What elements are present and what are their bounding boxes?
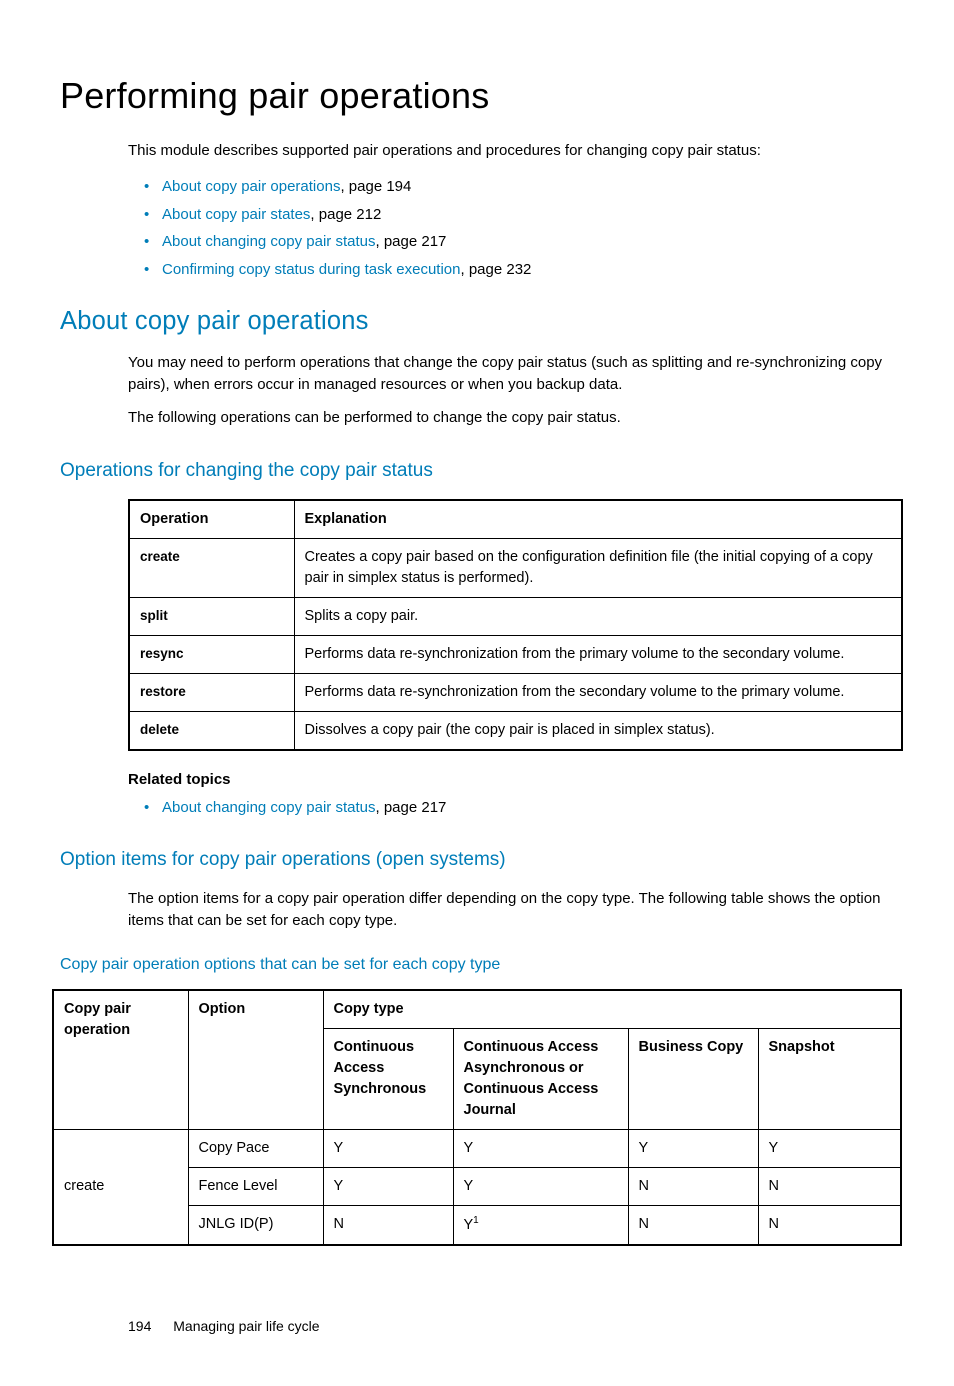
toc-suffix: , page 217 — [375, 233, 446, 250]
table-row: create Creates a copy pair based on the … — [129, 538, 902, 597]
toc-item: Confirming copy status during task execu… — [144, 259, 894, 281]
ops-th-explanation: Explanation — [294, 500, 902, 539]
table-row: resync Performs data re-synchronization … — [129, 635, 902, 673]
opts-th-bc: Business Copy — [628, 1028, 758, 1129]
section1-p1: You may need to perform operations that … — [128, 352, 894, 396]
opts-val-cell: Y — [323, 1167, 453, 1205]
opts-val-cell: Y — [758, 1129, 901, 1167]
exp-cell: Dissolves a copy pair (the copy pair is … — [294, 711, 902, 750]
page-number: 194 — [128, 1316, 151, 1336]
opts-th-option: Option — [188, 990, 323, 1130]
op-cell: delete — [129, 711, 294, 750]
toc-list: About copy pair operations, page 194 Abo… — [144, 176, 894, 281]
table-row: restore Performs data re-synchronization… — [129, 673, 902, 711]
exp-cell: Splits a copy pair. — [294, 597, 902, 635]
intro-text: This module describes supported pair ope… — [128, 140, 894, 162]
section-heading-ops-change: Operations for changing the copy pair st… — [60, 457, 894, 485]
opts-th-cas: Continuous Access Synchronous — [323, 1028, 453, 1129]
opts-option-cell: Copy Pace — [188, 1129, 323, 1167]
opts-val-cell: Y — [323, 1129, 453, 1167]
section-heading-about-ops: About copy pair operations — [60, 303, 894, 340]
opts-option-cell: Fence Level — [188, 1167, 323, 1205]
related-suffix: , page 217 — [375, 799, 446, 816]
opts-th-operation: Copy pair operation — [53, 990, 188, 1130]
section3-p1: The option items for a copy pair operati… — [128, 888, 894, 932]
opts-val-cell: Y1 — [453, 1205, 628, 1244]
toc-item: About changing copy pair status, page 21… — [144, 231, 894, 253]
opts-val-cell: Y — [453, 1129, 628, 1167]
toc-suffix: , page 194 — [340, 178, 411, 195]
op-cell: resync — [129, 635, 294, 673]
related-topics-heading: Related topics — [128, 769, 894, 791]
opts-val-cell: Y — [453, 1167, 628, 1205]
opts-val-cell: N — [758, 1205, 901, 1244]
opts-option-cell: JNLG ID(P) — [188, 1205, 323, 1244]
footnote-sup: 1 — [473, 1215, 479, 1226]
opts-th-copytype: Copy type — [323, 990, 901, 1029]
section-heading-option-items: Option items for copy pair operations (o… — [60, 846, 894, 874]
toc-link[interactable]: Confirming copy status during task execu… — [162, 261, 460, 278]
page-footer: 194 Managing pair life cycle — [128, 1316, 894, 1336]
op-cell: split — [129, 597, 294, 635]
exp-cell: Performs data re-synchronization from th… — [294, 673, 902, 711]
operations-table: Operation Explanation create Creates a c… — [128, 499, 903, 751]
table-row: split Splits a copy pair. — [129, 597, 902, 635]
opts-val-cell: N — [323, 1205, 453, 1244]
toc-link[interactable]: About changing copy pair status — [162, 233, 375, 250]
toc-link[interactable]: About copy pair operations — [162, 178, 340, 195]
table-row: delete Dissolves a copy pair (the copy p… — [129, 711, 902, 750]
options-table-caption: Copy pair operation options that can be … — [60, 953, 894, 976]
opts-op-cell: create — [53, 1129, 188, 1244]
op-cell: restore — [129, 673, 294, 711]
related-list: About changing copy pair status, page 21… — [144, 797, 894, 819]
section1-p2: The following operations can be performe… — [128, 407, 894, 429]
opts-th-snap: Snapshot — [758, 1028, 901, 1129]
toc-suffix: , page 212 — [310, 206, 381, 223]
exp-cell: Creates a copy pair based on the configu… — [294, 538, 902, 597]
toc-link[interactable]: About copy pair states — [162, 206, 310, 223]
toc-item: About copy pair states, page 212 — [144, 204, 894, 226]
related-item: About changing copy pair status, page 21… — [144, 797, 894, 819]
toc-item: About copy pair operations, page 194 — [144, 176, 894, 198]
chapter-name: Managing pair life cycle — [173, 1318, 319, 1334]
toc-suffix: , page 232 — [460, 261, 531, 278]
opts-val-cell: Y — [628, 1129, 758, 1167]
options-table: Copy pair operation Option Copy type Con… — [52, 989, 902, 1246]
table-row: create Copy Pace Y Y Y Y — [53, 1129, 901, 1167]
opts-val-cell: N — [628, 1167, 758, 1205]
opts-th-caaj: Continuous Access Asynchronous or Contin… — [453, 1028, 628, 1129]
related-link[interactable]: About changing copy pair status — [162, 799, 375, 816]
page-title: Performing pair operations — [60, 70, 894, 122]
opts-val-cell: N — [758, 1167, 901, 1205]
exp-cell: Performs data re-synchronization from th… — [294, 635, 902, 673]
op-cell: create — [129, 538, 294, 597]
opts-val-cell: N — [628, 1205, 758, 1244]
ops-th-operation: Operation — [129, 500, 294, 539]
